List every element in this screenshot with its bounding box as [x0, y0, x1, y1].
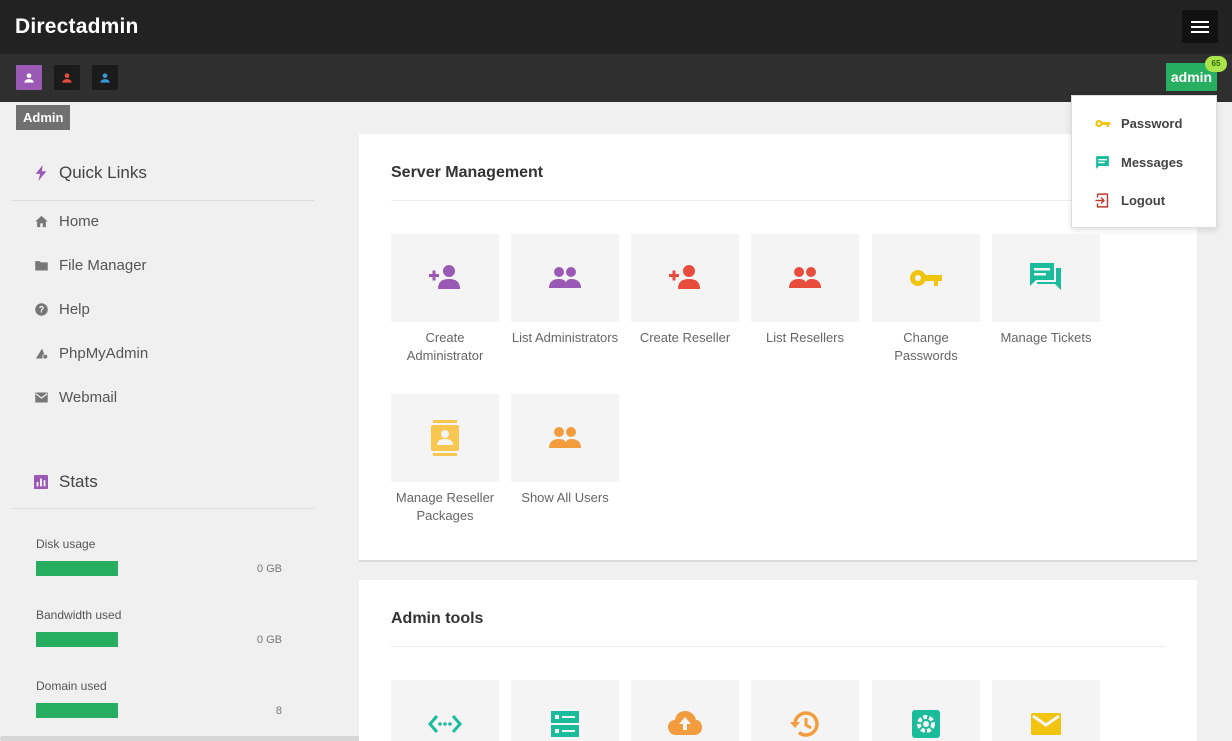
domain-bar — [36, 703, 118, 718]
quick-links-title: Quick Links — [34, 163, 147, 183]
envelope-icon — [1031, 713, 1061, 735]
chat-icon — [1030, 263, 1061, 290]
dropdown-item-logout[interactable]: Logout — [1094, 190, 1165, 210]
divider — [391, 646, 1165, 647]
stat-label-disk: Disk usage — [36, 537, 96, 551]
tile-list-resellers[interactable]: List Resellers — [751, 234, 859, 347]
tile-create-reseller[interactable]: Create Reseller — [631, 234, 739, 347]
sidebar-item-phpmyadmin[interactable]: PhpMyAdmin — [34, 345, 148, 362]
admin-tools-panel: Admin tools — [359, 580, 1197, 741]
bandwidth-fill — [36, 632, 118, 647]
stat-value-disk: 0 GB — [256, 563, 282, 575]
server-icon — [551, 711, 579, 737]
hamburger-icon — [1191, 21, 1209, 23]
restore-icon — [790, 711, 819, 737]
svg-text:?: ? — [39, 305, 44, 315]
cloud-upload-icon — [668, 711, 702, 735]
sidebar-item-webmail[interactable]: Webmail — [34, 389, 117, 406]
sidebar-item-file-manager[interactable]: File Manager — [34, 257, 147, 274]
home-icon — [35, 215, 48, 228]
logout-icon — [1095, 192, 1109, 208]
disk-usage-fill — [36, 561, 118, 576]
tile-manage-tickets[interactable]: Manage Tickets — [992, 234, 1100, 347]
tile-show-all-users[interactable]: Show All Users — [511, 394, 619, 507]
panel-title: Admin tools — [391, 610, 484, 627]
tile-admin-tool-2[interactable] — [511, 680, 619, 741]
user-icon — [24, 72, 34, 83]
tile-admin-tool-5[interactable] — [872, 680, 980, 741]
bar-chart-icon — [34, 475, 48, 489]
user-icon — [62, 72, 72, 83]
sidebar-item-help[interactable]: ? Help — [34, 301, 90, 318]
lightning-icon — [35, 165, 47, 181]
hamburger-menu-button[interactable] — [1182, 10, 1218, 43]
divider — [12, 508, 314, 509]
users-icon — [789, 267, 821, 288]
panel-title: Server Management — [391, 164, 544, 181]
add-user-icon — [429, 265, 460, 289]
horizontal-scrollbar[interactable] — [0, 736, 415, 741]
top-navbar: Directadmin — [0, 0, 1232, 54]
role-admin-button[interactable] — [16, 65, 42, 90]
user-icon — [100, 72, 110, 83]
role-reseller-button[interactable] — [54, 65, 80, 90]
contact-card-icon — [431, 420, 459, 456]
code-arrows-icon — [428, 715, 462, 733]
tile-change-passwords[interactable]: Change Passwords — [872, 234, 980, 365]
stat-label-domain: Domain used — [36, 679, 107, 693]
disk-usage-bar — [36, 561, 118, 576]
bandwidth-bar — [36, 632, 118, 647]
users-icon — [549, 427, 581, 448]
domain-fill — [36, 703, 118, 718]
stat-value-domain: 8 — [275, 705, 282, 717]
tile-list-administrators[interactable]: List Administrators — [511, 234, 619, 347]
mail-icon — [35, 392, 48, 403]
key-icon — [910, 270, 942, 286]
tile-admin-tool-6[interactable] — [992, 680, 1100, 741]
divider — [12, 200, 314, 201]
database-icon — [35, 348, 49, 360]
stats-title: Stats — [34, 472, 98, 492]
app-title[interactable]: Directadmin — [15, 15, 139, 39]
divider — [391, 200, 1165, 201]
sidebar-item-home[interactable]: Home — [34, 213, 99, 230]
key-icon — [1095, 119, 1111, 127]
notification-badge: 65 — [1205, 56, 1227, 72]
role-user-button[interactable] — [92, 65, 118, 90]
message-icon — [1096, 155, 1109, 169]
user-dropdown-menu: Password Messages Logout — [1071, 95, 1217, 228]
role-bar — [0, 54, 1232, 102]
folder-icon — [35, 261, 48, 271]
tile-admin-tool-3[interactable] — [631, 680, 739, 741]
stat-label-bandwidth: Bandwidth used — [36, 608, 122, 622]
gear-icon — [912, 710, 940, 738]
level-tag: Admin — [16, 105, 71, 130]
help-icon: ? — [35, 303, 48, 316]
users-icon — [549, 267, 581, 288]
tile-admin-tool-1[interactable] — [391, 680, 499, 741]
tile-admin-tool-4[interactable] — [751, 680, 859, 741]
add-user-icon — [669, 265, 700, 289]
tile-manage-reseller-packages[interactable]: Manage Reseller Packages — [391, 394, 499, 525]
stat-value-bandwidth: 0 GB — [256, 634, 282, 646]
tile-create-administrator[interactable]: Create Administrator — [391, 234, 499, 365]
dropdown-item-messages[interactable]: Messages — [1094, 152, 1183, 172]
dropdown-item-password[interactable]: Password — [1094, 113, 1182, 133]
